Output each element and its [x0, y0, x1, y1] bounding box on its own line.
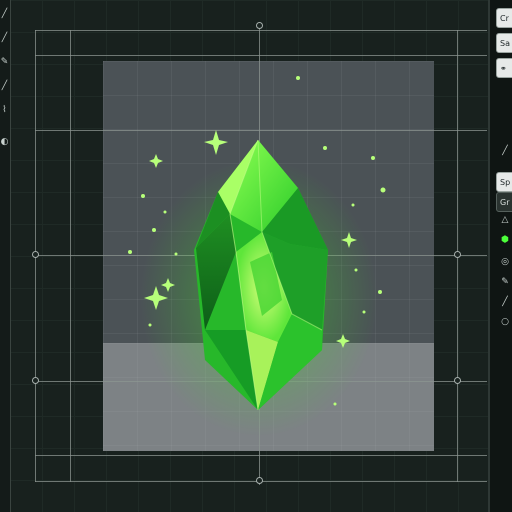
- panel-field[interactable]: Gr: [496, 192, 512, 212]
- sparkle-dot: [163, 210, 167, 214]
- eraser-icon[interactable]: ╱: [498, 296, 512, 308]
- sparkle-star: [341, 232, 357, 248]
- bucket-icon[interactable]: ◐: [0, 136, 9, 148]
- sparkle-dot: [152, 228, 156, 232]
- layer-icon[interactable]: ◎: [498, 256, 512, 268]
- sparkle-star: [204, 130, 228, 155]
- sparkle-dot: [380, 187, 386, 193]
- sparkle-dot: [141, 194, 145, 198]
- warning-icon: △: [501, 215, 509, 225]
- sparkle-dot: [174, 252, 178, 256]
- left-toolbar: ╱ ╱ ✎ ╱ ⌇ ◐: [0, 0, 11, 512]
- panel-swatch[interactable]: ⚭: [496, 58, 512, 78]
- sparkle-star: [144, 286, 168, 310]
- sparkle-dot: [354, 268, 358, 272]
- brush-icon[interactable]: ✎: [498, 276, 512, 288]
- panel-field[interactable]: Sp: [496, 172, 512, 192]
- brush-icon[interactable]: ╱: [0, 8, 9, 20]
- circle-icon[interactable]: ○: [498, 316, 512, 328]
- sparkle-star: [161, 278, 175, 292]
- green-crystal-artwork: [128, 76, 386, 411]
- sparkle-star: [149, 154, 163, 168]
- panel-field[interactable]: Cr: [496, 8, 512, 28]
- select-icon[interactable]: ⌇: [0, 104, 9, 116]
- sparkle-dot: [323, 146, 327, 150]
- panel-field[interactable]: Sa: [496, 33, 512, 53]
- link-icon: ⚭: [500, 64, 507, 73]
- sparkle-dot: [296, 76, 300, 80]
- sparkle-dot: [333, 402, 337, 406]
- gem-icon[interactable]: ⬢: [498, 234, 512, 246]
- sparkle-dot: [148, 323, 152, 327]
- sparkle-dot: [362, 310, 366, 314]
- sparkle-dot: [371, 156, 375, 160]
- pen-tool-icon[interactable]: ╱: [498, 145, 512, 157]
- sparkle-dot: [128, 250, 132, 254]
- sparkle-star: [336, 334, 350, 348]
- pen-icon[interactable]: ╱: [0, 32, 9, 44]
- sparkle-dot: [378, 290, 382, 294]
- eraser-icon[interactable]: ╱: [0, 80, 9, 92]
- sparkle-dot: [351, 203, 355, 207]
- right-panel: Cr Sa ⚭ ╱ Sp Gr △ ⬢ ◎ ✎ ╱ ○: [488, 0, 512, 512]
- pencil-icon[interactable]: ✎: [0, 56, 9, 68]
